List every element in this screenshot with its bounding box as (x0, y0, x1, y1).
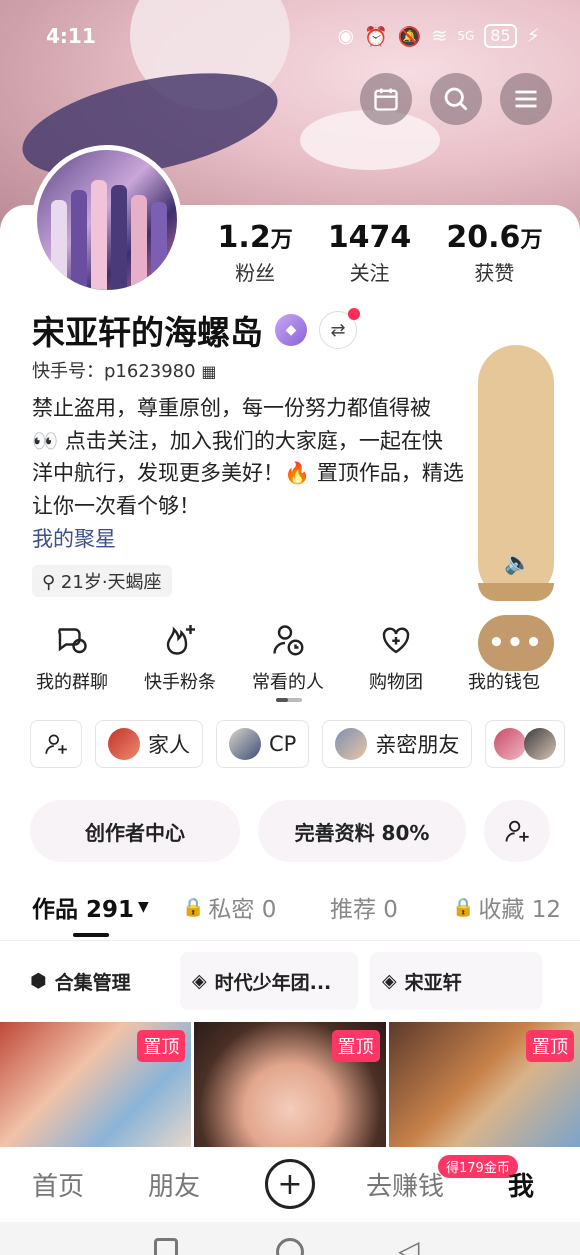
creator-center-button[interactable]: 创作者中心 (30, 800, 240, 862)
charging-icon: ⚡ (526, 25, 540, 47)
layers-icon: ◈ (192, 970, 207, 992)
menu-icon (515, 90, 537, 108)
shortcut-page-indicator (276, 698, 302, 702)
stat-likes[interactable]: 20.6万 获赞 (446, 220, 542, 286)
collection-manage-button[interactable]: ⬢ 合集管理 (20, 952, 168, 1010)
switch-account-button[interactable]: ⇄ (319, 308, 360, 349)
shortcut-shopping-group[interactable]: 购物团 (342, 620, 450, 694)
chip-more[interactable] (485, 720, 566, 768)
coin-reward-badge: 得179金币 (438, 1155, 518, 1178)
add-friend-chip[interactable] (30, 720, 82, 768)
bio-text[interactable]: 禁止盗用，尊重原创，每一份努力都值得被 👀 点击关注，加入我们的大家庭，一起在快… (32, 392, 502, 522)
square-icon[interactable] (154, 1238, 178, 1255)
age-tag: ⚲ 21岁·天蝎座 (32, 565, 172, 597)
wifi-icon: ≋ (431, 25, 448, 47)
chip-family[interactable]: 家人 (95, 720, 203, 768)
avatar (335, 728, 368, 760)
bottom-nav: 首页 朋友 + 去赚钱 得179金币 我 (0, 1147, 580, 1222)
stat-following[interactable]: 1474 关注 (328, 220, 412, 286)
tab-recommend[interactable]: 推荐 0 (330, 890, 452, 924)
avatar (229, 728, 261, 760)
name-row: 宋亚轩的海螺岛 ◆ ⇄ (32, 306, 360, 354)
avatar (524, 728, 557, 760)
fire-plus-icon (166, 625, 195, 655)
shortcut-frequent-people[interactable]: 常看的人 (234, 620, 342, 694)
avatar (494, 728, 527, 760)
plus-icon: + (277, 1166, 303, 1202)
create-button[interactable]: + (265, 1159, 315, 1209)
pinned-badge: 置顶 (331, 1030, 380, 1062)
swap-icon: ⇄ (330, 319, 346, 341)
tab-underline (73, 933, 109, 937)
caret-down-icon: ▼ (138, 899, 149, 915)
nav-me[interactable]: 我 (508, 1166, 534, 1203)
video-grid: 置顶 置顶 置顶 (0, 1022, 580, 1147)
battery-icon: 85 (484, 24, 517, 48)
stat-fans[interactable]: 1.2万 粉丝 (218, 220, 293, 286)
avatar (108, 728, 140, 760)
juxing-link[interactable]: 我的聚星 (32, 523, 116, 553)
nav-earn[interactable]: 去赚钱 (366, 1166, 444, 1203)
home-circle-icon[interactable] (276, 1238, 304, 1255)
pinned-badge: 置顶 (137, 1030, 186, 1062)
floating-volume-panel[interactable]: 🔈 (478, 345, 554, 601)
add-friend-button[interactable] (484, 800, 550, 862)
mute-icon: 🔕 (397, 25, 422, 48)
profile-name: 宋亚轩的海螺岛 (32, 313, 263, 352)
status-time: 4:11 (46, 24, 96, 48)
video-thumbnail[interactable]: 置顶 (388, 1022, 580, 1147)
person-clock-icon (273, 625, 304, 656)
nav-friends[interactable]: 朋友 (148, 1166, 200, 1203)
nav-home[interactable]: 首页 (32, 1166, 84, 1203)
volume-icon[interactable]: 🔈 (504, 551, 531, 576)
qr-code-icon[interactable]: ▦ (201, 362, 216, 381)
tab-favorites[interactable]: 🔒 收藏 12 (452, 890, 561, 924)
pinned-badge: 置顶 (525, 1030, 574, 1062)
friend-groups: 家人 CP 亲密朋友 (30, 720, 566, 768)
signal-label: 5G (457, 29, 475, 43)
tab-private[interactable]: 🔒 私密 0 (182, 890, 330, 924)
complete-profile-button[interactable]: 完善资料 80% (258, 800, 466, 862)
hexagon-icon: ⬢ (30, 970, 47, 992)
video-thumbnail[interactable]: 置顶 (194, 1022, 386, 1147)
video-thumbnail[interactable]: 置顶 (0, 1022, 192, 1147)
add-person-icon (505, 820, 529, 842)
tab-works[interactable]: 作品 291 ▼ (32, 890, 182, 924)
search-icon (444, 87, 468, 111)
shortcut-bar: 我的群聊 快手粉条 常看的人 购物团 我的钱包 (18, 620, 558, 694)
alarm-icon: ⏰ (364, 25, 388, 48)
content-tabs: 作品 291 ▼ 🔒 私密 0 推荐 0 🔒 收藏 12 (32, 890, 572, 924)
layers-icon: ◈ (382, 970, 397, 992)
back-triangle-icon[interactable]: ◁ (398, 1234, 420, 1255)
chat-bubbles-icon (58, 628, 87, 654)
collection-item[interactable]: ◈ 宋亚轩 (370, 952, 542, 1010)
calendar-icon (374, 88, 398, 111)
search-button[interactable] (430, 73, 482, 125)
heart-plus-icon (382, 627, 410, 654)
more-options-button[interactable]: ••• (478, 615, 554, 671)
calendar-button[interactable] (360, 73, 412, 125)
shortcut-group-chat[interactable]: 我的群聊 (18, 620, 126, 694)
collection-bar: ⬢ 合集管理 ◈ 时代少年团... ◈ 宋亚轩 (20, 952, 542, 1010)
shortcut-fans-boost[interactable]: 快手粉条 (126, 620, 234, 694)
menu-button[interactable] (500, 73, 552, 125)
chip-cp[interactable]: CP (216, 720, 310, 768)
eye-icon: ◉ (337, 25, 355, 47)
notification-dot (348, 308, 360, 320)
lock-icon: 🔒 (452, 896, 475, 918)
chip-close-friends[interactable]: 亲密朋友 (322, 720, 473, 768)
status-bar: 4:11 ◉ ⏰ 🔕 ≋ 5G 85 ⚡ (0, 0, 580, 72)
avatar[interactable] (32, 145, 182, 295)
collection-item[interactable]: ◈ 时代少年团... (180, 952, 358, 1010)
profile-stats: 1.2万 粉丝 1474 关注 20.6万 获赞 (200, 220, 560, 286)
verified-badge-icon[interactable]: ◆ (275, 314, 307, 346)
search-icon: ⚲ (42, 572, 56, 593)
lock-icon: 🔒 (182, 896, 205, 918)
add-person-icon (45, 734, 67, 754)
system-nav-bar: ◁ (0, 1222, 580, 1255)
kuaishou-id[interactable]: 快手号：p1623980 ▦ (32, 357, 216, 383)
